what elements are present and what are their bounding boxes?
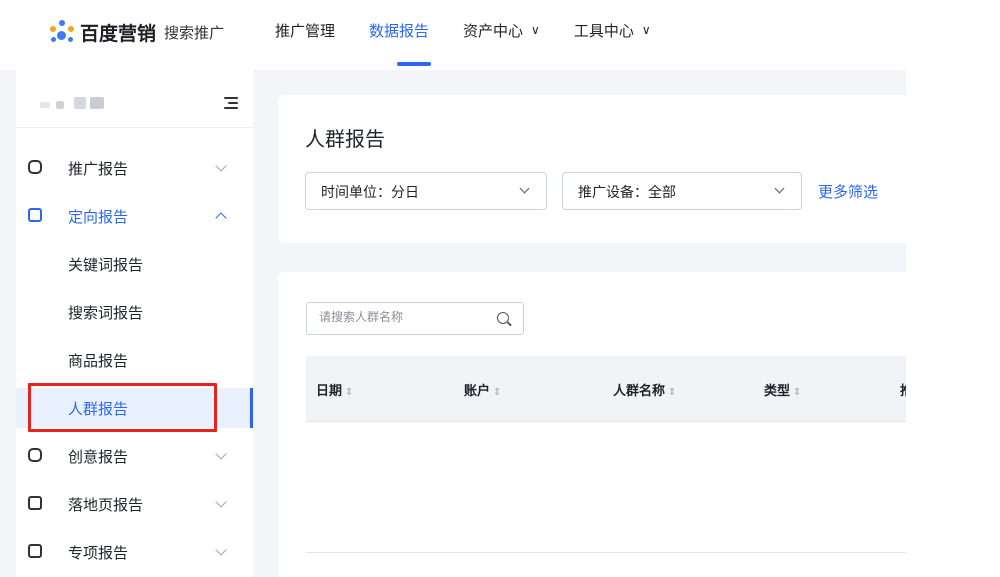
sidebar-item-keyword-report[interactable]: 关键词报告 bbox=[16, 244, 253, 284]
table-bottom-divider bbox=[306, 552, 906, 553]
column-header-type[interactable]: 类型 ⇕ bbox=[764, 380, 801, 399]
baidu-logo-icon bbox=[48, 20, 76, 44]
chevron-down-icon: ∨ bbox=[531, 23, 540, 37]
nav-item-tool-center[interactable]: 工具中心 ∨ bbox=[574, 19, 651, 41]
chevron-up-icon bbox=[215, 212, 227, 224]
chart-icon bbox=[28, 160, 42, 174]
audience-search-input[interactable] bbox=[319, 310, 489, 324]
audience-search-box[interactable] bbox=[306, 302, 524, 335]
column-header-account[interactable]: 账户 ⇕ bbox=[464, 380, 501, 399]
creative-icon bbox=[28, 448, 42, 462]
sort-icon: ⇕ bbox=[668, 387, 677, 398]
special-report-icon bbox=[28, 544, 42, 558]
sidebar-group-targeting-report[interactable]: 定向报告 bbox=[16, 196, 253, 236]
app-viewport: 百度营销 搜索推广 推广管理 数据报告 资产中心 ∨ 工具中心 ∨ 推广报告 定… bbox=[0, 0, 906, 577]
main-nav: 推广管理 数据报告 资产中心 ∨ 工具中心 ∨ bbox=[275, 19, 685, 41]
landing-page-icon bbox=[28, 496, 42, 510]
device-select[interactable]: 推广设备：全部 bbox=[562, 172, 802, 210]
sidebar-group-promotion-report[interactable]: 推广报告 bbox=[16, 148, 253, 188]
chevron-down-icon bbox=[519, 183, 530, 194]
time-unit-select[interactable]: 时间单位：分日 bbox=[305, 172, 547, 210]
column-header-date[interactable]: 日期 ⇕ bbox=[316, 380, 353, 399]
top-bar: 百度营销 搜索推广 推广管理 数据报告 资产中心 ∨ 工具中心 ∨ bbox=[0, 0, 906, 70]
target-icon bbox=[28, 208, 42, 222]
table-card: 日期⇕ 账户⇕ 人群名称⇕ 类型⇕ 推 bbox=[278, 272, 906, 577]
chevron-down-icon bbox=[215, 160, 227, 172]
page-title: 人群报告 bbox=[305, 127, 385, 151]
collapse-sidebar-icon[interactable] bbox=[224, 97, 238, 109]
active-nav-indicator bbox=[397, 62, 431, 66]
sidebar-group-special-report[interactable]: 专项报告 bbox=[16, 532, 253, 572]
sidebar-item-search-term-report[interactable]: 搜索词报告 bbox=[16, 292, 253, 332]
sidebar-item-product-report[interactable]: 商品报告 bbox=[16, 340, 253, 380]
column-header-audience-name[interactable]: 人群名称 ⇕ bbox=[613, 380, 676, 399]
chevron-down-icon bbox=[215, 448, 227, 460]
filter-card: 人群报告 时间单位：分日 推广设备：全部 更多筛选 bbox=[278, 95, 906, 243]
chevron-down-icon bbox=[215, 496, 227, 508]
blurred-account-name bbox=[40, 102, 50, 108]
sidebar-group-creative-report[interactable]: 创意报告 bbox=[16, 436, 253, 476]
chevron-down-icon: ∨ bbox=[641, 23, 651, 37]
sort-icon: ⇕ bbox=[345, 387, 354, 398]
table-header: 日期⇕ 账户⇕ 人群名称⇕ 类型⇕ 推 bbox=[306, 356, 906, 422]
sidebar: 推广报告 定向报告 关键词报告 搜索词报告 商品报告 人群报告 创意报告 落地页… bbox=[16, 70, 253, 577]
nav-item-campaign-management[interactable]: 推广管理 bbox=[275, 19, 335, 41]
more-filters-link[interactable]: 更多筛选 bbox=[818, 181, 878, 202]
column-header-truncated[interactable]: 推 bbox=[900, 380, 906, 399]
nav-item-asset-center[interactable]: 资产中心 ∨ bbox=[463, 19, 540, 41]
brand-logo[interactable]: 百度营销 搜索推广 bbox=[48, 18, 224, 46]
page: 百度营销 搜索推广 推广管理 数据报告 资产中心 ∨ 工具中心 ∨ 推广报告 定… bbox=[0, 0, 1000, 577]
search-icon[interactable] bbox=[497, 312, 509, 324]
chevron-down-icon bbox=[774, 183, 785, 194]
nav-item-data-reports[interactable]: 数据报告 bbox=[369, 19, 429, 41]
chevron-down-icon bbox=[215, 544, 227, 556]
account-selector[interactable] bbox=[16, 70, 253, 128]
sort-icon: ⇕ bbox=[793, 387, 802, 398]
brand-product: 搜索推广 bbox=[164, 23, 225, 42]
sidebar-item-audience-report[interactable]: 人群报告 bbox=[16, 388, 253, 428]
sort-icon: ⇕ bbox=[493, 387, 502, 398]
sidebar-group-landing-page-report[interactable]: 落地页报告 bbox=[16, 484, 253, 524]
brand-name: 百度营销 bbox=[80, 22, 157, 45]
